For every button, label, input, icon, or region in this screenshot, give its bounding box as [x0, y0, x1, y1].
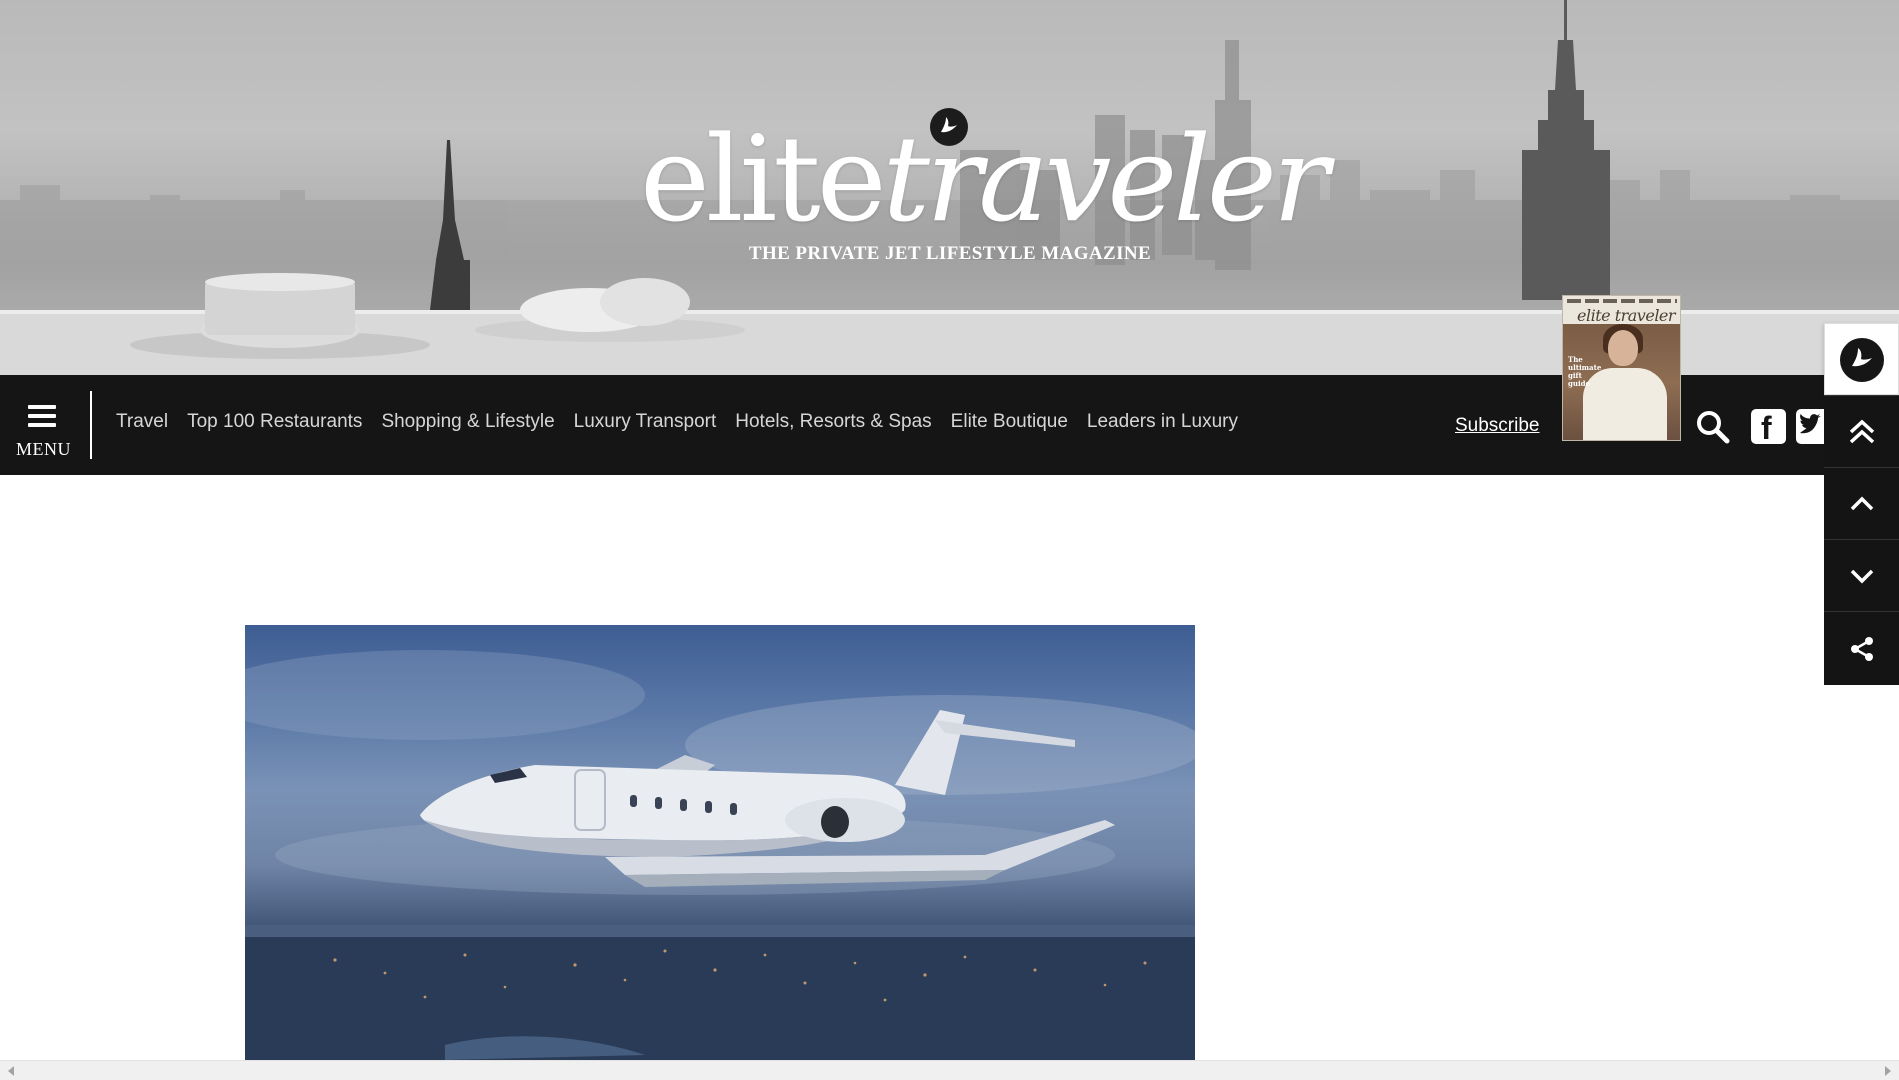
search-icon: [1697, 411, 1730, 444]
magazine-cover[interactable]: elite traveler The ultimate gift guide: [1562, 295, 1681, 441]
logo-tagline: THE PRIVATE JET LIFESTYLE MAGAZINE: [748, 243, 1152, 264]
share-button[interactable]: [1824, 611, 1899, 685]
scroll-left-icon[interactable]: [8, 1066, 14, 1076]
facebook-icon: f: [1761, 410, 1772, 446]
twitter-icon: [1800, 414, 1821, 434]
horizontal-scrollbar[interactable]: [0, 1060, 1899, 1080]
nav-links: Travel Top 100 Restaurants Shopping & Li…: [116, 411, 1238, 433]
scroll-right-icon[interactable]: [1885, 1066, 1891, 1076]
hamburger-icon: [28, 405, 56, 432]
nav-link-hotels-resorts-spas[interactable]: Hotels, Resorts & Spas: [735, 411, 931, 433]
menu-button[interactable]: MENU: [10, 399, 78, 459]
nav-link-travel[interactable]: Travel: [116, 411, 168, 433]
scrollbar-thumb[interactable]: [20, 1065, 1878, 1076]
nav-link-luxury-transport[interactable]: Luxury Transport: [574, 411, 717, 433]
nav-link-leaders-in-luxury[interactable]: Leaders in Luxury: [1087, 411, 1238, 433]
twitter-button[interactable]: [1796, 409, 1824, 444]
search-button[interactable]: [1695, 409, 1731, 445]
nav-link-top-100-restaurants[interactable]: Top 100 Restaurants: [187, 411, 362, 433]
cover-title: elite traveler: [1577, 306, 1676, 325]
article-hero-image: [245, 625, 1195, 1060]
nav-link-elite-boutique[interactable]: Elite Boutique: [951, 411, 1068, 433]
share-icon: [1851, 637, 1873, 661]
site-logo[interactable]: elitetraveler THE PRIVATE JET LIFESTYLE …: [640, 105, 1329, 275]
cover-line: The ultimate gift guide: [1568, 355, 1602, 388]
bird-logo-icon: [1840, 338, 1884, 382]
nav-link-shopping-lifestyle[interactable]: Shopping & Lifestyle: [381, 411, 554, 433]
chevron-up-icon: [1850, 496, 1874, 511]
menu-label: MENU: [16, 439, 71, 459]
chevron-down-icon: [1850, 569, 1874, 584]
scroll-up-button[interactable]: [1824, 467, 1899, 539]
side-logo[interactable]: [1824, 323, 1899, 395]
logo-word-traveler: traveler: [882, 110, 1330, 248]
double-chevron-up-icon: [1849, 419, 1875, 444]
scroll-to-top-button[interactable]: [1824, 395, 1899, 467]
logo-wordmark: elitetraveler: [640, 119, 1329, 239]
facebook-button[interactable]: f: [1751, 409, 1786, 446]
side-toolbar: [1824, 323, 1899, 685]
subscribe-link[interactable]: Subscribe: [1455, 415, 1540, 437]
scroll-down-button[interactable]: [1824, 539, 1899, 611]
page: elitetraveler THE PRIVATE JET LIFESTYLE …: [0, 0, 1899, 1080]
logo-word-elite: elite: [640, 110, 887, 248]
nav-divider: [90, 391, 92, 459]
